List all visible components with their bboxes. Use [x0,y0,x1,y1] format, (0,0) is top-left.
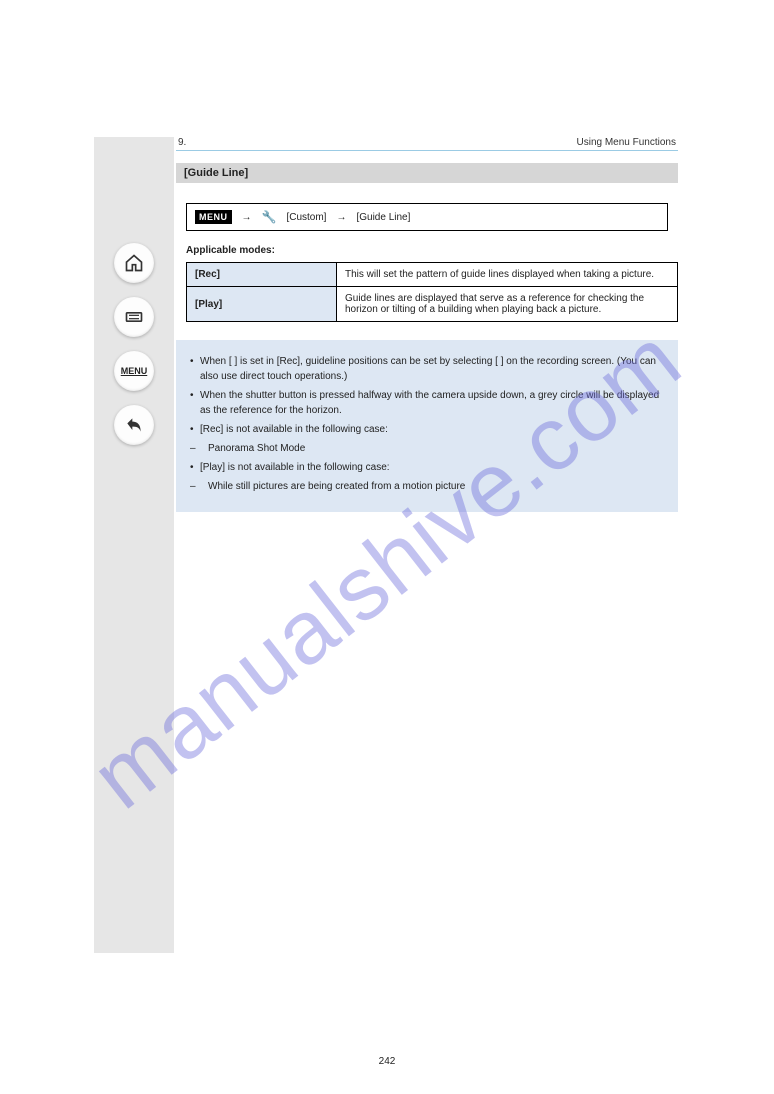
info-subitem: Panorama Shot Mode [190,441,664,456]
keyboard-button[interactable] [114,297,154,337]
applicable-modes: Applicable modes: [186,245,668,256]
section-title: [Guide Line] [176,163,678,183]
sidebar-buttons: MENU [114,243,154,445]
back-button[interactable] [114,405,154,445]
keyboard-icon [124,307,144,327]
row-value: This will set the pattern of guide lines… [337,263,678,287]
applicable-label: Applicable modes: [186,245,275,256]
menu-button[interactable]: MENU [114,351,154,391]
info-item: [Play] is not available in the following… [190,460,664,475]
menu-icon: MENU [121,366,148,376]
wrench-icon: 🔧 [262,210,277,224]
info-item: When the shutter button is pressed halfw… [190,388,664,418]
settings-table: [Rec] This will set the pattern of guide… [186,262,678,322]
table-row: [Play] Guide lines are displayed that se… [187,287,678,322]
row-label: [Rec] [187,263,337,287]
page-number: 242 [379,1056,396,1067]
info-item: When [ ] is set in [Rec], guideline posi… [190,354,664,384]
divider [176,150,678,151]
row-value: Guide lines are displayed that serve as … [337,287,678,322]
arrow-icon: → [242,212,252,223]
menu-step-guideline: [Guide Line] [356,212,410,223]
menu-step-custom: [Custom] [286,212,326,223]
page-content: 9. Using Menu Functions [Guide Line] MEN… [176,137,678,512]
sidebar: MENU [94,137,174,953]
menu-badge: MENU [195,210,232,224]
row-label: [Play] [187,287,337,322]
chapter-number: 9. [178,137,186,148]
arrow-icon: → [336,212,346,223]
home-button[interactable] [114,243,154,283]
home-icon [124,253,144,273]
menu-path-box: MENU → 🔧 [Custom] → [Guide Line] [186,203,668,231]
back-icon [124,415,144,435]
chapter-title: Using Menu Functions [577,137,677,148]
chapter-header: 9. Using Menu Functions [176,137,678,150]
info-subitem: While still pictures are being created f… [190,479,664,494]
table-row: [Rec] This will set the pattern of guide… [187,263,678,287]
info-box: When [ ] is set in [Rec], guideline posi… [176,340,678,512]
info-item: [Rec] is not available in the following … [190,422,664,437]
